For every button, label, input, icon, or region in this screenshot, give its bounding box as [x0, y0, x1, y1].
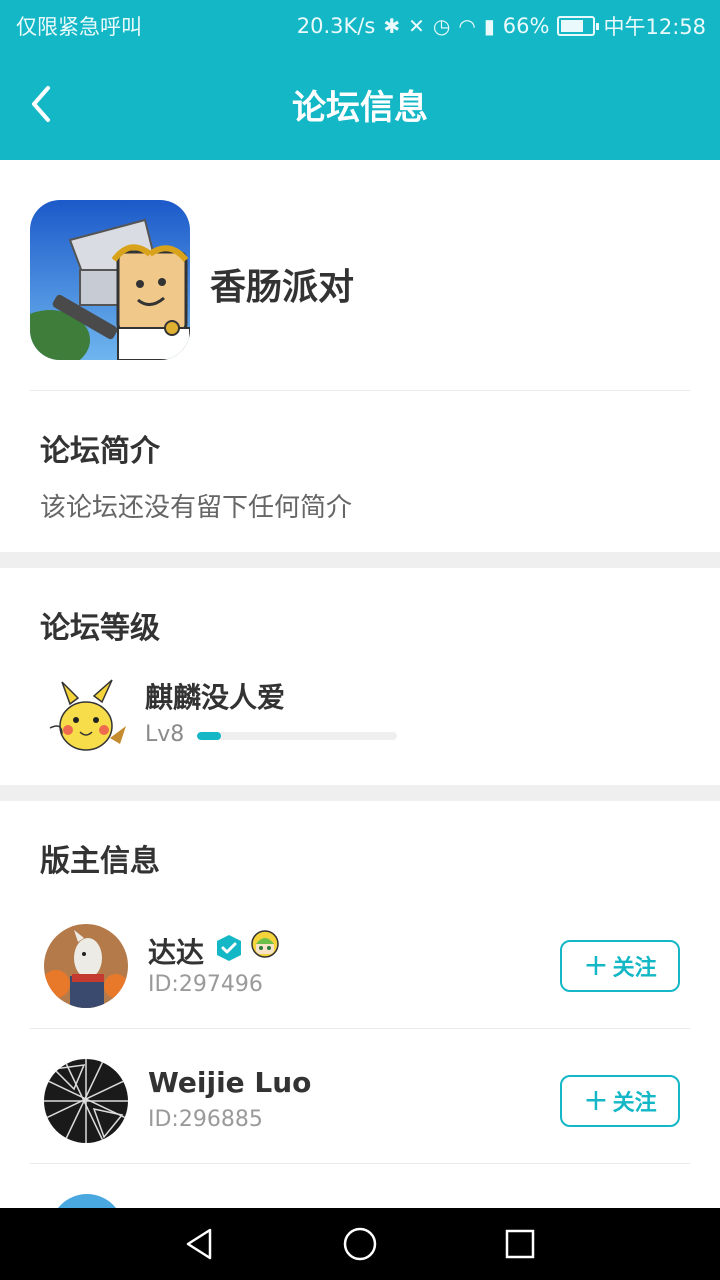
status-carrier-text: 仅限紧急呼叫 [16, 15, 142, 39]
moderator-id: ID:297496 [148, 972, 263, 997]
moderator-row[interactable]: 达达 ID:297496 + 关注 [0, 924, 720, 1059]
divider [30, 390, 690, 391]
forum-icon [30, 200, 190, 360]
back-triangle-icon[interactable] [180, 1224, 220, 1264]
moderator-row-partial[interactable] [0, 1194, 720, 1208]
wifi-icon: ◠ [458, 14, 476, 38]
page-title: 论坛信息 [292, 88, 428, 128]
section-gap [0, 785, 720, 801]
level-username: 麒麟没人爱 [145, 681, 286, 714]
app-bar: 论坛信息 [0, 50, 720, 160]
intro-title: 论坛简介 [40, 434, 160, 469]
level-avatar [40, 668, 130, 758]
system-nav-bar [0, 1208, 720, 1280]
battery-icon [557, 16, 600, 36]
signal-icon: ▮ [483, 14, 495, 38]
avatar[interactable] [44, 924, 128, 1008]
follow-button[interactable]: + 关注 [560, 1075, 680, 1127]
medal-icon [248, 928, 282, 962]
recents-square-icon[interactable] [500, 1224, 540, 1264]
home-circle-icon[interactable] [340, 1224, 380, 1264]
forum-header: 香肠派对 [30, 200, 690, 360]
net-speed: 20.3K/s [296, 14, 376, 38]
follow-label: 关注 [612, 956, 657, 981]
plus-icon: + [583, 948, 609, 983]
avatar[interactable] [44, 1059, 128, 1143]
moderator-name: Weijie Luo [148, 1066, 312, 1099]
follow-button[interactable]: + 关注 [560, 940, 680, 992]
moderator-id: ID:296885 [148, 1107, 263, 1132]
level-title: 论坛等级 [40, 611, 160, 646]
moderator-row[interactable]: Weijie Luo ID:296885 + 关注 [0, 1059, 720, 1194]
follow-label: 关注 [612, 1091, 657, 1116]
moderator-name: 达达 [148, 936, 205, 969]
alarm-icon: ◷ [432, 14, 451, 38]
mute-icon: ✕ [408, 14, 425, 38]
divider [30, 1163, 690, 1164]
avatar[interactable] [50, 1194, 124, 1208]
moderators-title: 版主信息 [40, 844, 160, 879]
status-indicators: 20.3K/s ✱ ✕ ◷ ◠ ▮ 66% 中午12:58 [297, 11, 706, 41]
status-bar: 仅限紧急呼叫 20.3K/s ✱ ✕ ◷ ◠ ▮ 66% 中午12:58 [0, 0, 720, 50]
verified-icon [216, 934, 242, 962]
level-progress-bar [197, 732, 397, 740]
clock: 中午12:58 [603, 15, 706, 39]
section-gap [0, 552, 720, 568]
level-progress-fill [197, 732, 221, 740]
forum-name: 香肠派对 [210, 267, 355, 308]
level-badge: Lv8 [145, 722, 185, 747]
bluetooth-icon: ✱ [383, 14, 401, 38]
plus-icon: + [583, 1083, 609, 1118]
divider [30, 1028, 690, 1029]
battery-percent: 66% [502, 14, 550, 38]
intro-text: 该论坛还没有留下任何简介 [40, 493, 353, 523]
